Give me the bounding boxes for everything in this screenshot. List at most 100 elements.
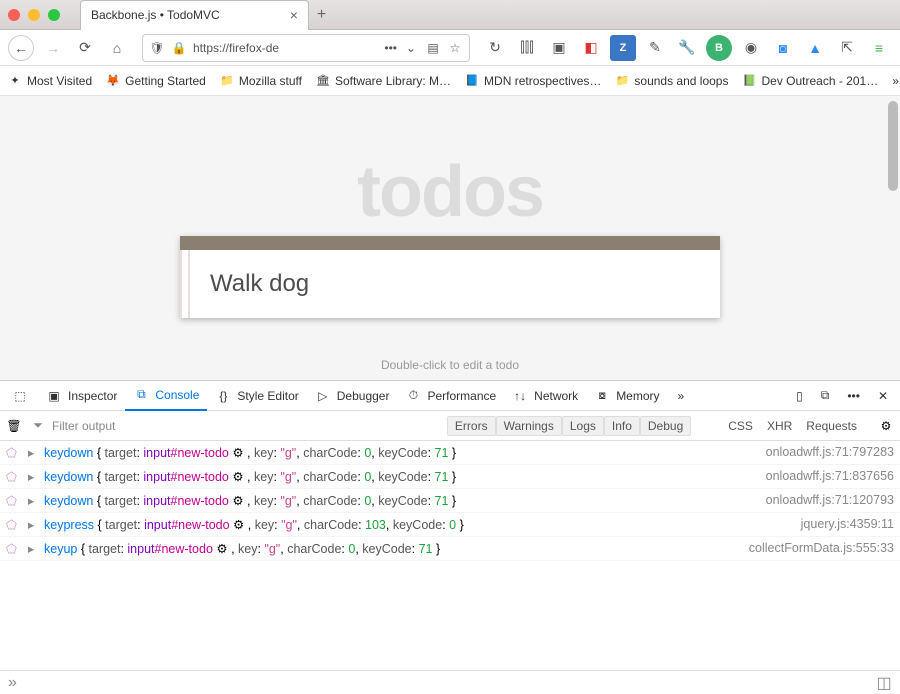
devtools-iframe-button[interactable]: ▯ xyxy=(788,381,811,411)
expand-icon[interactable]: ▸ xyxy=(28,541,36,556)
browser-tab-strip: Backbone.js • TodoMVC × + xyxy=(0,0,900,30)
devtools-tab-label: Performance xyxy=(427,389,496,403)
bookmark-icon: 📁 xyxy=(615,74,629,88)
expand-icon[interactable]: ▸ xyxy=(28,493,36,508)
console-row[interactable]: ⬠▸keypress { target: input#new-todo ⚙ , … xyxy=(0,513,900,537)
account-icon[interactable]: ◉ xyxy=(738,35,764,61)
devtools-tab-console[interactable]: ⧉Console xyxy=(125,381,207,411)
window-close-button[interactable] xyxy=(8,9,20,21)
star-icon[interactable]: ☆ xyxy=(447,40,463,56)
library-icon[interactable]: ⫿⫿⫿ xyxy=(514,35,540,61)
filter-css[interactable]: CSS xyxy=(721,417,760,435)
ext4-icon[interactable]: 🔧 xyxy=(674,35,700,61)
log-source[interactable]: onloadwff.js:71:837656 xyxy=(766,469,894,483)
url-bar[interactable]: 🛡 🔒 https://firefox-de ••• ⌄ ▤ ☆ xyxy=(142,34,470,62)
log-source[interactable]: onloadwff.js:71:120793 xyxy=(766,493,894,507)
hint-text: Double-click to edit a todo xyxy=(0,358,900,372)
console-row[interactable]: ⬠ ▸ keydown { target: input#new-todo ⚙ , k… xyxy=(0,465,900,489)
history-icon[interactable]: ↻ xyxy=(482,35,508,61)
browser-tab[interactable]: Backbone.js • TodoMVC × xyxy=(80,0,309,30)
bookmark-item[interactable]: ✦Most Visited xyxy=(8,74,92,88)
bookmark-item[interactable]: 🦊Getting Started xyxy=(106,74,206,88)
ext6-icon[interactable]: ◙ xyxy=(770,35,796,61)
bookmarks-overflow-button[interactable]: » xyxy=(892,74,899,88)
bookmark-label: Getting Started xyxy=(125,74,206,88)
expand-icon[interactable]: ▸ xyxy=(28,445,36,460)
filter-requests[interactable]: Requests xyxy=(799,417,864,435)
target-gear-icon[interactable]: ⚙ xyxy=(232,493,243,508)
filter-debug[interactable]: Debug xyxy=(640,416,691,436)
devtools-tab-debugger[interactable]: ▷Debugger xyxy=(307,381,398,411)
back-button[interactable]: ← xyxy=(8,35,34,61)
bookmark-item[interactable]: 📗Dev Outreach - 201… xyxy=(742,74,878,88)
log-message: keydown { target: input#new-todo ⚙ , key… xyxy=(44,469,758,484)
devtools-tab-inspector[interactable]: ▣Inspector xyxy=(38,381,125,411)
reload-button[interactable]: ⟳ xyxy=(72,35,98,61)
filter-logs[interactable]: Logs xyxy=(562,416,604,436)
log-source[interactable]: jquery.js:4359:11 xyxy=(801,517,894,531)
ext1-icon[interactable]: ◧ xyxy=(578,35,604,61)
new-tab-button[interactable]: + xyxy=(317,6,326,24)
bookmark-item[interactable]: 📘MDN retrospectives… xyxy=(465,74,601,88)
log-source[interactable]: collectFormData.js:555:33 xyxy=(749,541,894,555)
console-prompt-icon: » xyxy=(8,674,17,692)
bookmark-label: Software Library: M… xyxy=(335,74,451,88)
filter-warnings[interactable]: Warnings xyxy=(496,416,562,436)
target-gear-icon[interactable]: ⚙ xyxy=(232,445,243,460)
pick-element-button[interactable]: ⬚ xyxy=(4,381,36,411)
tab-title: Backbone.js • TodoMVC xyxy=(91,8,220,22)
trash-icon[interactable]: 🗑 xyxy=(6,418,22,434)
bookmark-item[interactable]: 📁sounds and loops xyxy=(615,74,728,88)
devtools-tab-label: Debugger xyxy=(337,389,390,403)
console-row[interactable]: ⬠▸keyup { target: input#new-todo ⚙ , key… xyxy=(0,537,900,561)
bookmark-label: Mozilla stuff xyxy=(239,74,302,88)
expand-icon[interactable]: ▸ xyxy=(28,469,36,484)
bookmark-label: MDN retrospectives… xyxy=(484,74,601,88)
devtools-tab-performance[interactable]: ⏱Performance xyxy=(397,381,504,411)
target-gear-icon[interactable]: ⚙ xyxy=(233,517,244,532)
console-row[interactable]: ⬠▸keydown { target: input#new-todo ⚙ , k… xyxy=(0,489,900,513)
meatball-icon[interactable]: ••• xyxy=(384,41,397,55)
split-console-icon[interactable]: ◫ xyxy=(876,675,892,691)
filter-info[interactable]: Info xyxy=(604,416,640,436)
tab-close-icon[interactable]: × xyxy=(290,7,298,23)
devtools-tab-label: Inspector xyxy=(68,389,117,403)
devtools-tab-memory[interactable]: ⧇Memory xyxy=(586,381,667,411)
target-gear-icon[interactable]: ⚙ xyxy=(232,469,243,484)
sidebar-icon[interactable]: ⇱ xyxy=(834,35,860,61)
filter-xhr[interactable]: XHR xyxy=(760,417,799,435)
new-todo-input[interactable] xyxy=(210,270,700,298)
devtools-meatball-button[interactable]: ••• xyxy=(839,381,868,411)
bookmark-item[interactable]: 📁Mozilla stuff xyxy=(220,74,302,88)
devtools-tab-style-editor[interactable]: {}Style Editor xyxy=(207,381,306,411)
console-row[interactable]: ⬠▸keydown { target: input#new-todo ⚙ , k… xyxy=(0,441,900,465)
funnel-icon: ⏷ xyxy=(30,418,46,434)
bookmark-icon: ✦ xyxy=(8,74,22,88)
bookmark-item[interactable]: 🏛Software Library: M… xyxy=(316,74,451,88)
log-level-icon: ⬠ xyxy=(6,469,20,484)
menu-icon[interactable]: ≡ xyxy=(866,35,892,61)
ext3-icon[interactable]: ✎ xyxy=(642,35,668,61)
expand-icon[interactable]: ▸ xyxy=(28,517,36,532)
devtools-tab-network[interactable]: ↑↓Network xyxy=(504,381,586,411)
pocket-icon[interactable]: ⌄ xyxy=(403,40,419,56)
console-icon: ⧉ xyxy=(133,387,149,403)
ext5-icon[interactable]: B xyxy=(706,35,732,61)
window-minimize-button[interactable] xyxy=(28,9,40,21)
devtools-responsive-button[interactable]: ⧉ xyxy=(813,381,838,411)
filter-errors[interactable]: Errors xyxy=(447,416,496,436)
log-message: keyup { target: input#new-todo ⚙ , key: … xyxy=(44,541,741,556)
log-source[interactable]: onloadwff.js:71:797283 xyxy=(766,445,894,459)
console-filter-input[interactable]: ⏷ Filter output xyxy=(30,418,439,434)
window-zoom-button[interactable] xyxy=(48,9,60,21)
devtools-more-button[interactable]: » xyxy=(670,381,693,411)
ext7-icon[interactable]: ▲ xyxy=(802,35,828,61)
home-button[interactable]: ⌂ xyxy=(104,35,130,61)
console-input-bar[interactable]: » ◫ xyxy=(0,670,900,694)
devtools-close-button[interactable]: ✕ xyxy=(870,381,896,411)
reader-icon[interactable]: ▤ xyxy=(425,40,441,56)
target-gear-icon[interactable]: ⚙ xyxy=(216,541,227,556)
ext2-icon[interactable]: Z xyxy=(610,35,636,61)
screenshot-icon[interactable]: ▣ xyxy=(546,35,572,61)
console-settings-icon[interactable]: ⚙ xyxy=(878,418,894,434)
